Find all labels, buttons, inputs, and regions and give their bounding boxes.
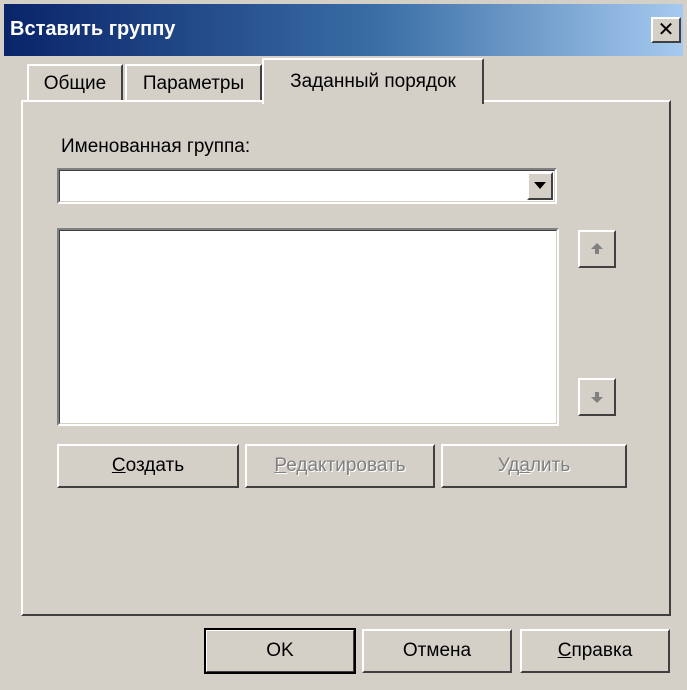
group-list[interactable] (57, 228, 559, 426)
chevron-down-icon (534, 182, 546, 189)
tab-general[interactable]: Общие (27, 64, 123, 102)
named-group-label: Именованная группа: (61, 136, 251, 157)
edit-button[interactable]: Редактировать (245, 444, 435, 488)
ok-button[interactable]: OK (204, 628, 356, 674)
arrow-up-icon (591, 243, 603, 254)
cancel-button-label: Отмена (402, 640, 472, 661)
close-button[interactable]: ✕ (651, 17, 681, 43)
cancel-button[interactable]: Отмена (362, 629, 512, 673)
help-button[interactable]: Справка (520, 629, 670, 673)
combobox-dropdown-button[interactable] (527, 172, 553, 200)
help-button-label: Справка (557, 640, 633, 661)
tab-custom-order[interactable]: Заданный порядок (262, 58, 484, 104)
insert-group-dialog: Вставить группу ✕ Общие Параметры Заданн… (0, 0, 687, 690)
tab-parameters[interactable]: Параметры (125, 64, 262, 102)
create-button[interactable]: Создать (57, 444, 239, 488)
delete-button[interactable]: Удалить (441, 444, 627, 488)
move-down-button[interactable] (578, 378, 616, 416)
arrow-down-icon (591, 392, 603, 403)
delete-button-label: Удалить (497, 455, 571, 476)
tab-panel-custom-order: Именованная группа: Создать Редактироват… (21, 100, 671, 616)
ok-button-label: OK (266, 640, 294, 661)
create-button-label: Создать (111, 455, 185, 476)
dialog-title: Вставить группу (10, 18, 176, 40)
named-group-combobox[interactable] (57, 168, 557, 204)
tab-parameters-label: Параметры (142, 73, 245, 94)
title-bar[interactable]: Вставить группу ✕ (4, 4, 683, 56)
close-icon: ✕ (657, 19, 675, 41)
tab-custom-order-label: Заданный порядок (290, 71, 456, 92)
move-up-button[interactable] (578, 230, 616, 268)
edit-button-label: Редактировать (274, 455, 406, 476)
tab-general-label: Общие (43, 73, 107, 94)
